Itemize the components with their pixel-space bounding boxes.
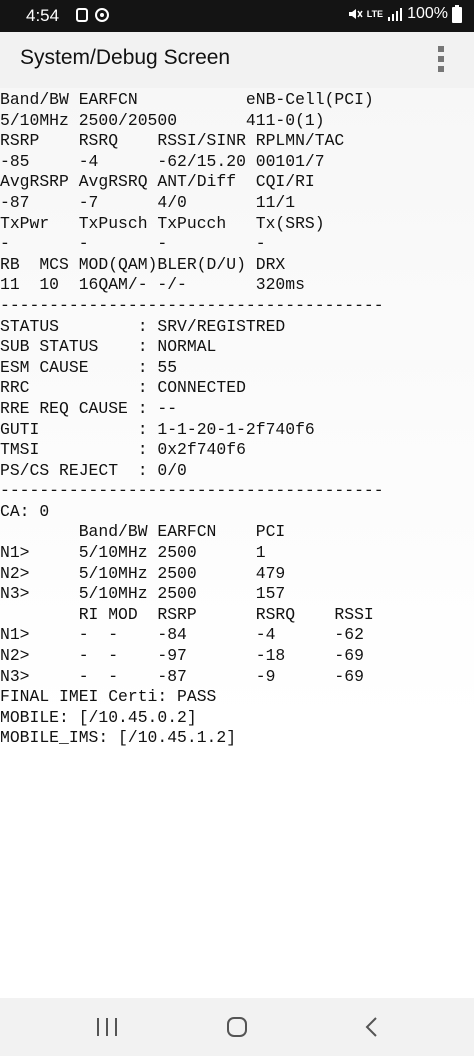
debug-line: N1> - - -84 -4 -62 — [0, 625, 364, 645]
mute-icon — [348, 9, 363, 19]
debug-line: 11 10 16QAM/- -/- 320ms — [0, 275, 305, 295]
page-title: System/Debug Screen — [20, 46, 231, 69]
battery-icon — [452, 5, 462, 23]
notification-icon — [76, 8, 88, 22]
debug-line: MOBILE_IMS: [/10.45.1.2] — [0, 728, 237, 748]
debug-line: FINAL IMEI Certi: PASS — [0, 687, 217, 707]
debug-line: N3> 5/10MHz 2500 157 — [0, 584, 286, 604]
network-type: LTE — [366, 9, 384, 19]
status-bar: 4:54 LTE 100% — [0, 0, 474, 32]
debug-line: PS/CS REJECT : 0/0 — [0, 460, 187, 480]
battery-level: 100% — [407, 5, 448, 22]
debug-line: ESM CAUSE : 55 — [0, 357, 178, 377]
debug-line: RI MOD RSRP RSRQ RSSI — [0, 604, 374, 624]
debug-line: TxPwr TxPusch TxPucch Tx(SRS) — [0, 213, 325, 233]
debug-line: AvgRSRP AvgRSRQ ANT/Diff CQI/RI — [0, 172, 315, 192]
debug-line: N2> - - -97 -18 -69 — [0, 646, 364, 666]
notification-icons — [74, 7, 110, 23]
signal-icon — [388, 8, 403, 21]
debug-line: RRC : CONNECTED — [0, 378, 246, 398]
debug-line: MOBILE: [/10.45.0.2] — [0, 707, 197, 727]
separator-line: --------------------------------------- — [0, 481, 384, 501]
debug-line: Band/BW EARFCN eNB-Cell(PCI) — [0, 90, 374, 109]
debug-line: RRE REQ CAUSE : -- — [0, 398, 178, 418]
debug-line: RB MCS MOD(QAM)BLER(D/U) DRX — [0, 254, 286, 274]
home-icon[interactable] — [222, 1015, 252, 1039]
more-vert-icon[interactable] — [438, 46, 444, 72]
status-time: 4:54 — [26, 6, 60, 25]
debug-line: N3> - - -87 -9 -69 — [0, 666, 364, 686]
debug-info-list: Band/BW EARFCN eNB-Cell(PCI) 5/10MHz 250… — [0, 90, 384, 749]
debug-line: -87 -7 4/0 11/1 — [0, 192, 296, 212]
debug-line: GUTI : 1-1-20-1-2f740f6 — [0, 419, 315, 439]
navigation-bar — [0, 998, 474, 1056]
debug-line: N2> 5/10MHz 2500 479 — [0, 563, 286, 583]
system-icons: LTE 100% — [347, 5, 462, 23]
debug-line: - - - - — [0, 234, 266, 254]
debug-line: N1> 5/10MHz 2500 1 — [0, 543, 266, 563]
debug-line: Band/BW EARFCN PCI — [0, 522, 286, 542]
notification-icon — [95, 8, 109, 22]
debug-line: -85 -4 -62/15.20 00101/7 — [0, 151, 325, 171]
debug-line: 5/10MHz 2500/20500 411-0(1) — [0, 110, 325, 130]
debug-line: TMSI : 0x2f740f6 — [0, 440, 246, 460]
debug-line: CA: 0 — [0, 501, 50, 521]
separator-line: --------------------------------------- — [0, 295, 384, 315]
app-bar: System/Debug Screen — [0, 32, 474, 88]
debug-line: STATUS : SRV/REGISTRED — [0, 316, 286, 336]
debug-line: SUB STATUS : NORMAL — [0, 337, 217, 357]
debug-info-panel: Band/BW EARFCN eNB-Cell(PCI) 5/10MHz 250… — [0, 88, 474, 998]
back-icon[interactable] — [357, 1015, 387, 1039]
recents-icon[interactable] — [92, 1015, 122, 1039]
debug-line: RSRP RSRQ RSSI/SINR RPLMN/TAC — [0, 131, 345, 151]
